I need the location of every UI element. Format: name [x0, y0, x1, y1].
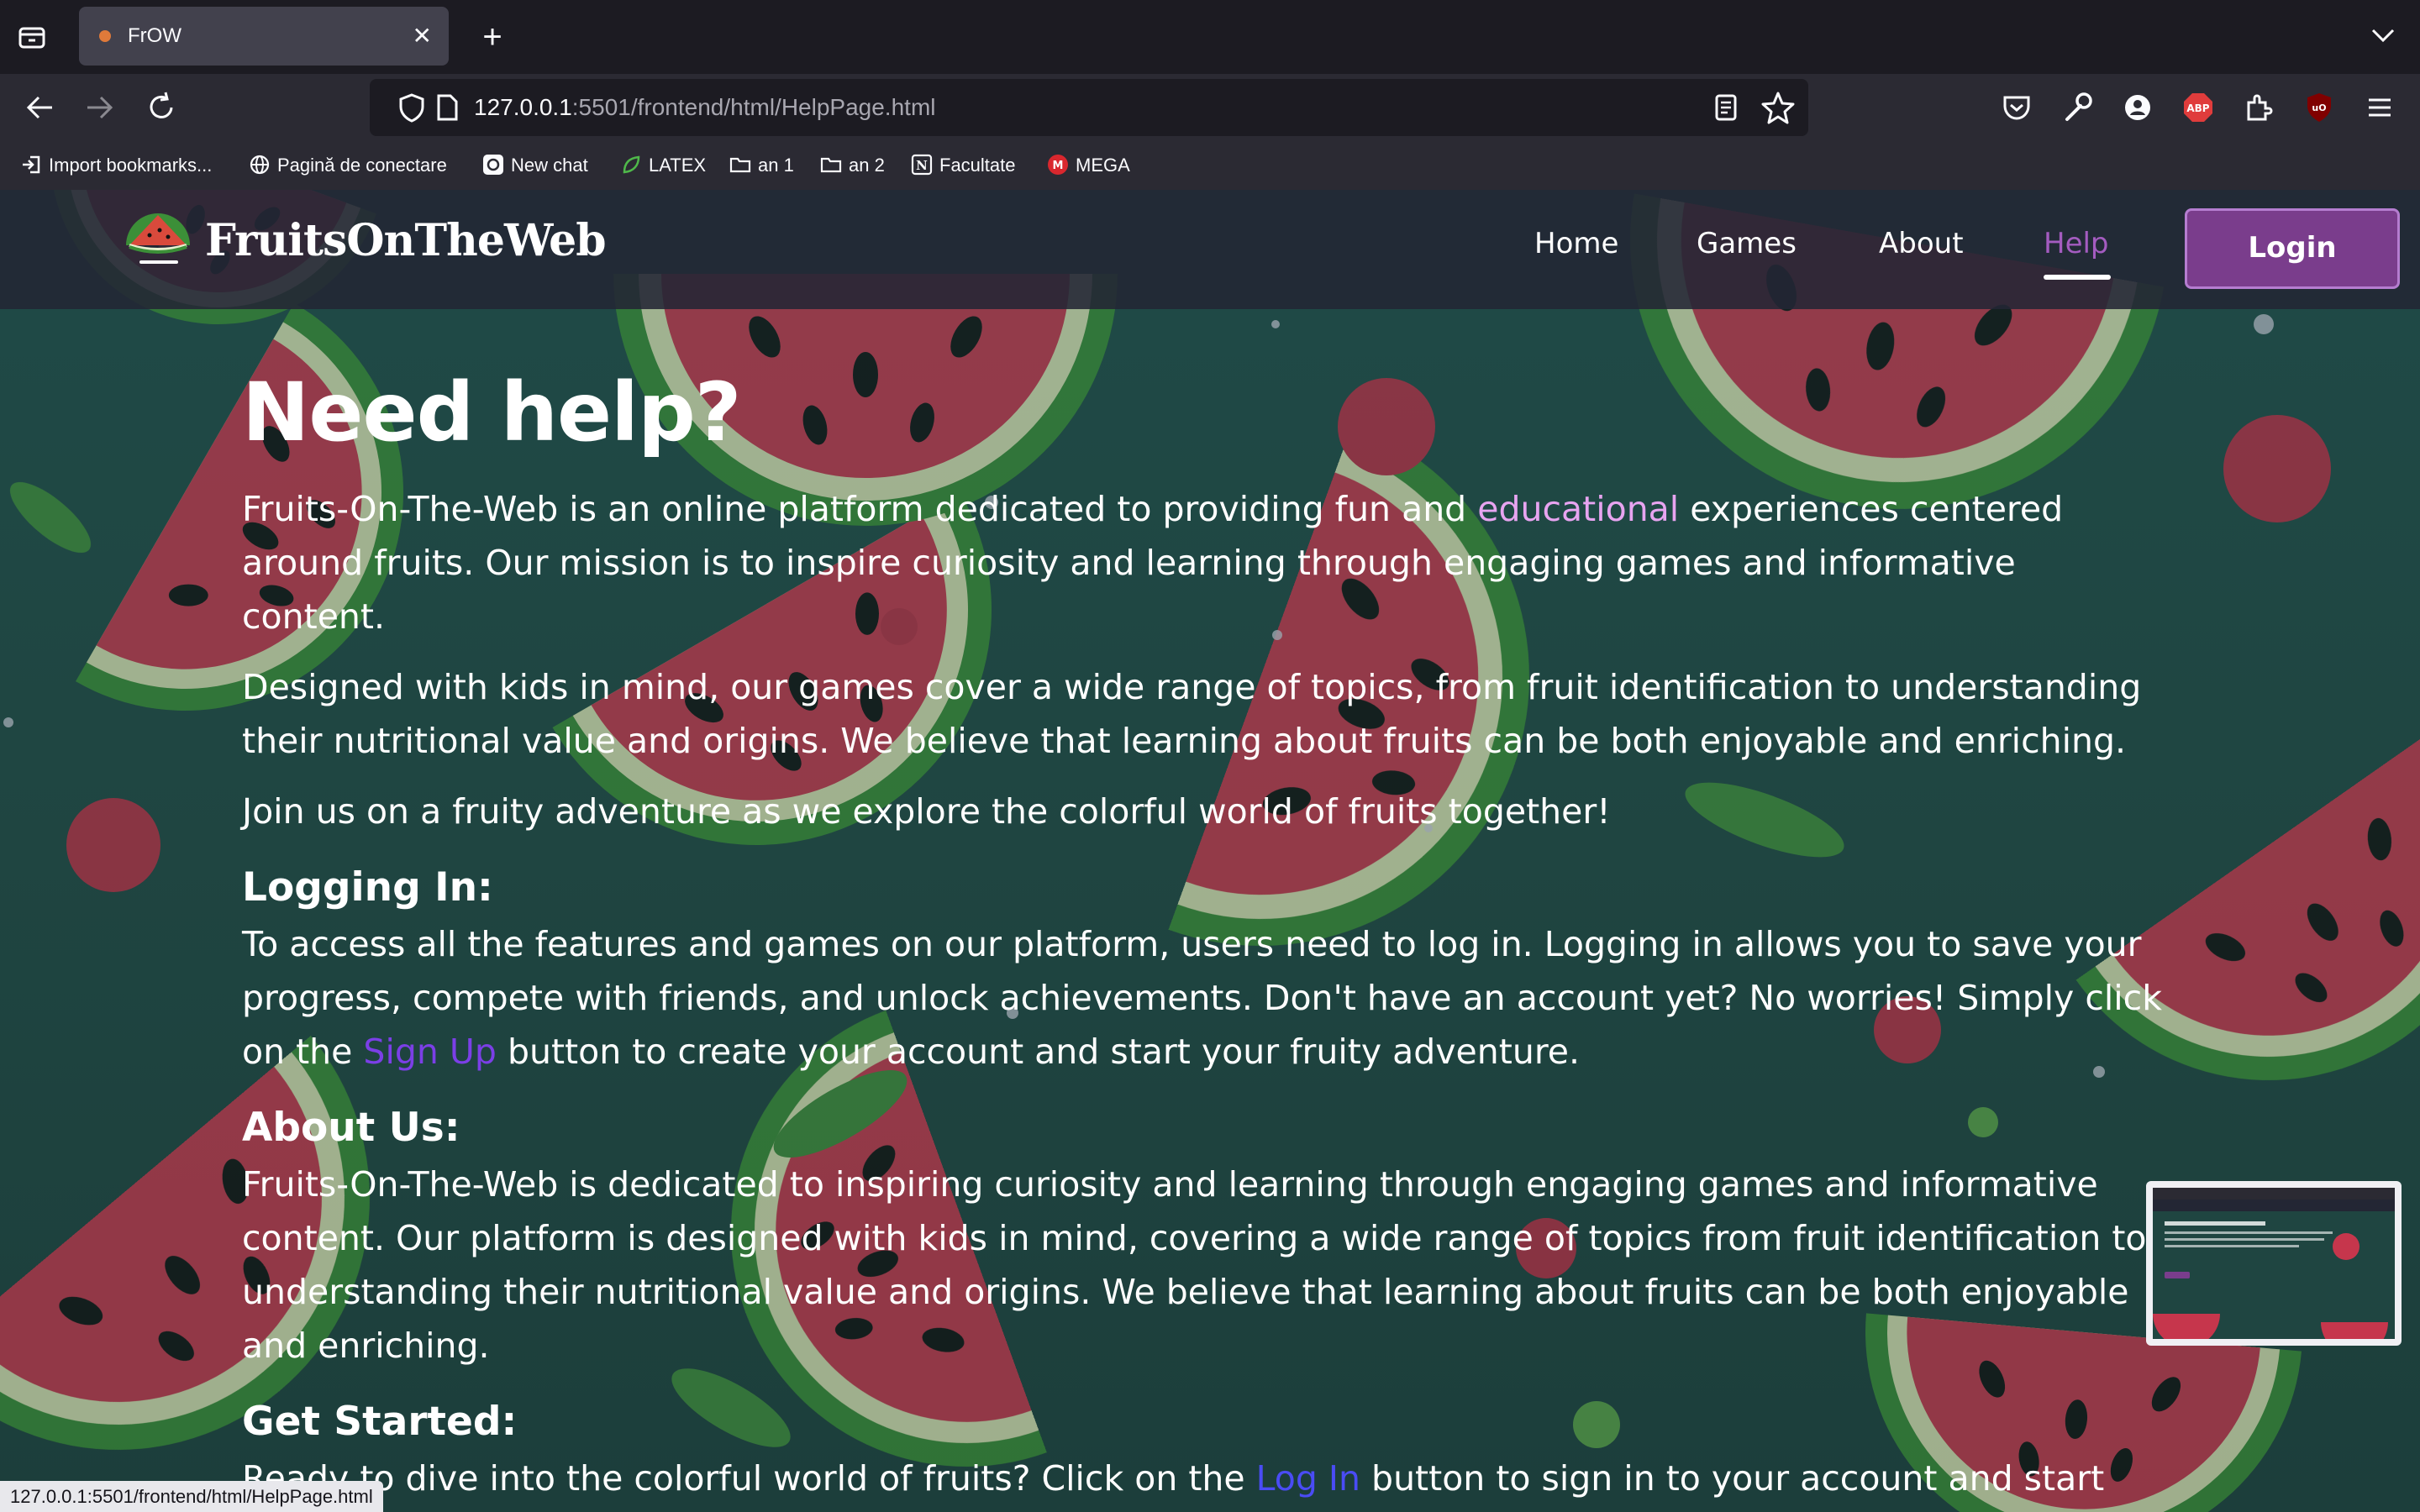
pocket-icon[interactable]: [1998, 89, 2035, 126]
page-icon[interactable]: [432, 92, 462, 123]
adblock-icon[interactable]: ABP: [2180, 89, 2217, 126]
site-header: FruitsOnTheWeb Home Games About Help Log…: [0, 190, 2420, 309]
import-icon: [23, 155, 40, 174]
site-logo-text[interactable]: FruitsOnTheWeb: [205, 215, 607, 266]
page-title: Need help?: [242, 365, 741, 459]
sign-up-link[interactable]: Sign Up: [363, 1032, 497, 1072]
bookmark-label: LATEX: [649, 155, 707, 176]
get-started-paragraph: Ready to dive into the colorful world of…: [242, 1452, 2166, 1505]
picture-in-picture-preview[interactable]: [2146, 1181, 2402, 1346]
bookmark-folder[interactable]: an 2: [820, 141, 885, 190]
bookmark-label: MEGA: [1076, 155, 1130, 176]
tab-title: FrOW: [128, 24, 182, 47]
started-text-a: Ready to dive into the colorful world of…: [242, 1458, 1256, 1499]
tab-manager-icon[interactable]: [17, 22, 47, 52]
navigation-toolbar: 127.0.0.1:5501/frontend/html/HelpPage.ht…: [0, 74, 2420, 141]
about-us-heading: About Us:: [242, 1105, 460, 1151]
account-icon[interactable]: [2119, 89, 2156, 126]
bookmark-item[interactable]: Pagină de conectare: [249, 141, 447, 190]
status-bar-url: 127.0.0.1:5501/frontend/html/HelpPage.ht…: [0, 1481, 383, 1512]
bookmark-label: New chat: [511, 155, 588, 176]
bookmark-item[interactable]: New chat: [482, 141, 588, 190]
svg-text:ABP: ABP: [2186, 102, 2209, 114]
reload-icon[interactable]: [143, 89, 180, 126]
login-button[interactable]: Login: [2185, 208, 2400, 289]
back-icon[interactable]: [22, 89, 59, 126]
mega-icon: M: [1048, 155, 1068, 176]
intro-paragraph-1: Fruits-On-The-Web is an online platform …: [242, 482, 2166, 643]
bookmark-label: an 2: [849, 155, 885, 176]
folder-icon: [729, 158, 751, 173]
leaf-icon: [623, 155, 640, 174]
bookmark-item[interactable]: N Facultate: [911, 141, 1016, 190]
nav-games-link[interactable]: Games: [1697, 227, 1797, 260]
intro-text-a: Fruits-On-The-Web is an online platform …: [242, 489, 1478, 529]
pip-thumbnail: [2153, 1188, 2395, 1339]
star-icon[interactable]: [1760, 89, 1797, 126]
forward-icon[interactable]: [81, 89, 118, 126]
wrench-icon[interactable]: [2059, 89, 2096, 126]
browser-tab[interactable]: FrOW ✕: [79, 7, 449, 66]
help-content: Need help? Fruits-On-The-Web is an onlin…: [242, 366, 2166, 1512]
menu-icon[interactable]: [2361, 89, 2398, 126]
svg-text:N: N: [916, 158, 928, 173]
web-page: FruitsOnTheWeb Home Games About Help Log…: [0, 190, 2420, 1512]
url-text[interactable]: 127.0.0.1:5501/frontend/html/HelpPage.ht…: [474, 79, 935, 136]
bookmarks-toolbar: Import bookmarks... Pagină de conectare …: [0, 141, 2420, 192]
intro-paragraph-3: Join us on a fruity adventure as we expl…: [242, 791, 1611, 832]
favicon-icon: [99, 30, 111, 42]
globe-icon: [250, 155, 270, 175]
get-started-heading: Get Started:: [242, 1399, 518, 1445]
logging-in-heading: Logging In:: [242, 864, 493, 911]
url-path: :5501/frontend/html/HelpPage.html: [571, 94, 936, 120]
svg-text:uO: uO: [2312, 102, 2326, 113]
shield-icon[interactable]: [395, 91, 429, 124]
notion-icon: N: [911, 155, 933, 176]
educational-highlight: educational: [1477, 489, 1680, 529]
nav-help-link[interactable]: Help: [2044, 227, 2109, 260]
pip-thumbnail-art: [2153, 1188, 2395, 1339]
log-in-link[interactable]: Log In: [1256, 1458, 1360, 1499]
url-bar[interactable]: 127.0.0.1:5501/frontend/html/HelpPage.ht…: [370, 79, 1808, 136]
nav-about-link[interactable]: About: [1879, 227, 1964, 260]
watermelon-logo-icon[interactable]: [123, 207, 193, 265]
bookmark-folder[interactable]: an 1: [729, 141, 794, 190]
bookmark-label: Import bookmarks...: [49, 155, 213, 176]
bookmark-label: Facultate: [939, 155, 1016, 176]
chevron-down-icon[interactable]: [2366, 18, 2400, 52]
about-us-paragraph: Fruits-On-The-Web is dedicated to inspir…: [242, 1164, 2147, 1366]
tab-strip: FrOW ✕ +: [0, 0, 2420, 74]
bookmark-item[interactable]: LATEX: [620, 141, 706, 190]
extensions-icon[interactable]: [2240, 89, 2277, 126]
ublock-icon[interactable]: uO: [2301, 89, 2338, 126]
bookmark-item[interactable]: Import bookmarks...: [20, 141, 212, 190]
bookmark-label: an 1: [758, 155, 794, 176]
bookmark-label: Pagină de conectare: [277, 155, 447, 176]
svg-text:M: M: [1053, 160, 1064, 172]
reader-icon[interactable]: [1709, 91, 1743, 124]
started-text-b: button to sign in to your account and st…: [1360, 1458, 2105, 1499]
nav-home-link[interactable]: Home: [1534, 227, 1618, 260]
folder-icon: [820, 158, 842, 173]
logging-in-paragraph: To access all the features and games on …: [242, 917, 2166, 1079]
chatgpt-icon: [483, 155, 503, 176]
intro-paragraph-2: Designed with kids in mind, our games co…: [242, 667, 2142, 761]
active-nav-underline: [2044, 275, 2111, 280]
bookmark-item[interactable]: M MEGA: [1047, 141, 1130, 190]
close-tab-icon[interactable]: ✕: [413, 7, 432, 66]
url-host: 127.0.0.1: [474, 94, 572, 120]
logging-text-b: button to create your account and start …: [496, 1032, 1581, 1072]
new-tab-button[interactable]: +: [471, 15, 514, 59]
